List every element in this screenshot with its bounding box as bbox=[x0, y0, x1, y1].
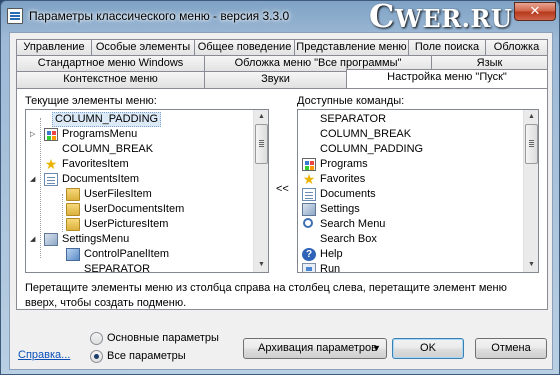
current-items-scrollbar[interactable]: ▲ ▼ bbox=[253, 110, 268, 272]
list-item[interactable]: COLUMN_BREAK bbox=[298, 127, 524, 142]
available-commands-label: Доступные команды: bbox=[297, 95, 405, 107]
tab-search-box[interactable]: Поле поиска bbox=[408, 39, 486, 56]
list-item[interactable]: SEPARATOR bbox=[298, 112, 524, 127]
tree-item[interactable]: ★ FavoritesItem bbox=[26, 157, 254, 172]
instructions-text: Перетащите элементы меню из столбца спра… bbox=[25, 282, 507, 309]
tree-item[interactable]: UserDocumentsItem bbox=[26, 202, 254, 217]
list-item[interactable]: Search Box bbox=[298, 232, 524, 247]
all-settings-label[interactable]: Все параметры bbox=[107, 350, 186, 362]
available-commands-scrollbar[interactable]: ▲ ▼ bbox=[523, 110, 538, 272]
folder-icon bbox=[66, 218, 80, 231]
all-settings-radio[interactable] bbox=[90, 350, 103, 363]
list-item[interactable]: Settings bbox=[298, 202, 524, 217]
scroll-up-icon[interactable]: ▲ bbox=[525, 110, 538, 124]
scroll-up-icon[interactable]: ▲ bbox=[255, 110, 268, 124]
collapse-icon[interactable]: ◢ bbox=[30, 236, 38, 244]
list-item[interactable]: ? Help bbox=[298, 247, 524, 262]
programs-icon bbox=[302, 158, 316, 171]
folder-icon bbox=[66, 188, 80, 201]
basic-settings-radio[interactable] bbox=[90, 332, 103, 345]
run-icon bbox=[302, 263, 316, 272]
dialog-client: Управление Особые элементы Общее поведен… bbox=[9, 32, 553, 370]
folder-icon bbox=[66, 203, 80, 216]
list-item[interactable]: Run bbox=[298, 262, 524, 272]
tree-item[interactable]: COLUMN_PADDING bbox=[26, 112, 254, 127]
scroll-thumb[interactable] bbox=[255, 124, 268, 164]
list-item[interactable]: Documents bbox=[298, 187, 524, 202]
watermark-logo: CWER.RU bbox=[369, 0, 513, 35]
tree-item[interactable]: ▷ ProgramsMenu bbox=[26, 127, 254, 142]
settings-icon bbox=[44, 233, 58, 246]
help-icon: ? bbox=[302, 248, 316, 261]
collapse-icon[interactable]: ◢ bbox=[30, 176, 38, 184]
tree-item[interactable]: UserPicturesItem bbox=[26, 217, 254, 232]
scroll-thumb[interactable] bbox=[525, 124, 538, 164]
documents-icon bbox=[44, 173, 58, 186]
tree-item[interactable]: UserFilesItem bbox=[26, 187, 254, 202]
tab-management[interactable]: Управление bbox=[16, 39, 92, 56]
settings-icon bbox=[302, 203, 316, 216]
tree-item[interactable]: ◢ DocumentsItem bbox=[26, 172, 254, 187]
scroll-down-icon[interactable]: ▼ bbox=[525, 258, 538, 272]
window-title: Параметры классического меню - версия 3.… bbox=[29, 9, 290, 23]
ok-button[interactable]: OK bbox=[392, 338, 464, 359]
list-item[interactable]: ★ Favorites bbox=[298, 172, 524, 187]
available-commands-list[interactable]: SEPARATOR COLUMN_BREAK COLUMN_PADDING Pr… bbox=[297, 109, 539, 273]
dropdown-arrow-icon: ▼ bbox=[372, 343, 381, 353]
backup-settings-button[interactable]: Архивация параметров ▼ bbox=[243, 338, 387, 359]
tree-item[interactable]: ◢ SettingsMenu bbox=[26, 232, 254, 247]
tab-context-menu[interactable]: Контекстное меню bbox=[16, 71, 205, 88]
tab-general-behavior[interactable]: Общее поведение bbox=[194, 39, 295, 56]
tab-standard-windows-menu[interactable]: Стандартное меню Windows bbox=[16, 55, 205, 72]
settings-window: Параметры классического меню - версия 3.… bbox=[0, 0, 560, 375]
tab-menu-look[interactable]: Представление меню bbox=[294, 39, 409, 56]
current-items-tree[interactable]: COLUMN_PADDING ▷ ProgramsMenu COLUMN_BRE… bbox=[25, 109, 269, 273]
programs-icon bbox=[44, 128, 58, 141]
star-icon: ★ bbox=[302, 171, 316, 187]
list-item[interactable]: Search Menu bbox=[298, 217, 524, 232]
tab-panel: Текущие элементы меню: Доступные команды… bbox=[16, 88, 548, 310]
control-panel-icon bbox=[66, 248, 80, 261]
title-bar[interactable]: Параметры классического меню - версия 3.… bbox=[1, 0, 559, 35]
move-left-button[interactable]: << bbox=[276, 183, 289, 195]
help-link[interactable]: Справка... bbox=[18, 349, 70, 361]
cancel-button[interactable]: Отмена bbox=[475, 338, 547, 359]
expand-icon[interactable]: ▷ bbox=[30, 131, 38, 139]
tab-special-items[interactable]: Особые элементы bbox=[91, 39, 195, 56]
documents-icon bbox=[302, 188, 316, 201]
app-icon bbox=[7, 8, 23, 24]
list-item[interactable]: Programs bbox=[298, 157, 524, 172]
search-icon bbox=[303, 218, 313, 228]
tab-sounds[interactable]: Звуки bbox=[204, 71, 347, 88]
basic-settings-label[interactable]: Основные параметры bbox=[107, 332, 219, 344]
backup-settings-label: Архивация параметров bbox=[258, 342, 378, 354]
tree-item[interactable]: SEPARATOR bbox=[26, 262, 254, 272]
star-icon: ★ bbox=[44, 156, 58, 172]
tree-item[interactable]: COLUMN_BREAK bbox=[26, 142, 254, 157]
tree-item[interactable]: ControlPanelItem bbox=[26, 247, 254, 262]
tab-start-menu-customize[interactable]: Настройка меню "Пуск" bbox=[346, 69, 548, 88]
tab-skin[interactable]: Обложка bbox=[485, 39, 548, 56]
list-item[interactable]: COLUMN_PADDING bbox=[298, 142, 524, 157]
current-items-label: Текущие элементы меню: bbox=[25, 95, 157, 107]
close-button[interactable]: ✕ bbox=[514, 2, 556, 21]
scroll-down-icon[interactable]: ▼ bbox=[255, 258, 268, 272]
